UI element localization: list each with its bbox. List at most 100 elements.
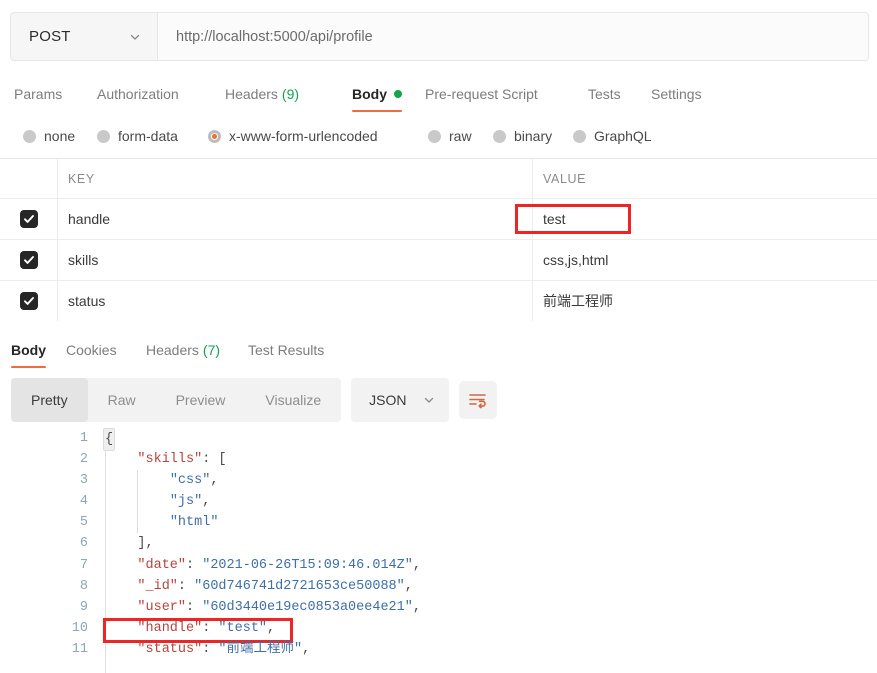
http-method-dropdown[interactable]: POST <box>11 13 158 60</box>
body-type-radio-binary[interactable]: binary <box>493 118 552 154</box>
body-type-radio-none[interactable]: none <box>23 118 75 154</box>
json-line: 8 "_id": "60d746741d2721653ce50088", <box>0 576 877 597</box>
row-checkbox-cell <box>0 281 58 321</box>
url-text: http://localhost:5000/api/profile <box>176 28 373 45</box>
tab-label: Authorization <box>97 86 179 102</box>
json-punctuation: , <box>202 494 211 510</box>
postman-window: POST http://localhost:5000/api/profile P… <box>0 0 877 673</box>
table-header-row: KEY VALUE <box>0 158 877 198</box>
line-number: 11 <box>71 641 88 657</box>
json-key: "handle" <box>137 620 203 636</box>
json-punctuation <box>105 621 137 636</box>
tab-label: Settings <box>651 86 702 102</box>
row-checkbox[interactable] <box>19 292 38 310</box>
row-key-cell[interactable]: handle <box>58 199 533 239</box>
response-format-dropdown[interactable]: JSON <box>351 378 449 422</box>
line-number: 3 <box>79 473 88 489</box>
json-value: "css" <box>169 473 211 489</box>
line-number: 7 <box>79 557 88 573</box>
json-punctuation: , <box>302 641 311 657</box>
view-mode-preview[interactable]: Preview <box>156 378 246 422</box>
response-tab-body[interactable]: Body <box>11 330 46 370</box>
request-tab-tests[interactable]: Tests <box>588 74 621 114</box>
chevron-down-icon <box>423 394 435 406</box>
row-key-cell[interactable]: skills <box>58 240 533 280</box>
json-line: 2 "skills": [ <box>0 449 877 470</box>
row-value-cell[interactable]: test <box>515 199 877 239</box>
indent-guide <box>137 512 138 534</box>
response-json-viewer[interactable]: 1{2 "skills": [3 "css", 4 "js", 5 "html" 6 … <box>0 428 877 673</box>
json-line-code: "user": "60d3440e19ec0853a0ee4e21", <box>105 597 421 618</box>
radio-icon <box>428 129 441 143</box>
json-punctuation <box>105 558 137 573</box>
column-header-key: KEY <box>68 171 95 186</box>
json-punctuation: : <box>202 620 219 636</box>
json-line: 7 "date": "2021-06-26T15:09:46.014Z", <box>0 555 877 576</box>
json-value: "60d746741d2721653ce50088" <box>194 578 405 594</box>
response-tab-test-results[interactable]: Test Results <box>248 330 324 370</box>
json-line: 6 ], <box>0 533 877 554</box>
request-tab-headers[interactable]: Headers (9) <box>225 74 299 114</box>
radio-label: none <box>44 128 76 144</box>
response-view-mode-group: Pretty Raw Preview Visualize <box>11 378 342 422</box>
response-format-label: JSON <box>369 392 407 408</box>
json-line-code: "date": "2021-06-26T15:09:46.014Z", <box>105 555 421 576</box>
http-method-label: POST <box>29 28 71 45</box>
view-mode-raw[interactable]: Raw <box>88 378 156 422</box>
view-mode-label: Pretty <box>31 392 68 408</box>
response-format-toolbar: Pretty Raw Preview Visualize JSON <box>11 378 497 422</box>
json-punctuation: , <box>267 620 276 636</box>
view-mode-pretty[interactable]: Pretty <box>11 378 88 422</box>
row-key-cell[interactable]: status <box>58 281 533 321</box>
json-punctuation: : <box>186 557 203 573</box>
row-checkbox[interactable] <box>19 210 38 228</box>
url-input[interactable]: http://localhost:5000/api/profile <box>158 13 868 60</box>
row-value-cell[interactable]: 前端工程师 <box>533 281 877 321</box>
line-number: 1 <box>79 431 88 446</box>
response-tab-cookies[interactable]: Cookies <box>66 330 117 370</box>
request-body-table: KEY VALUE handle test skills css,js,html sta… <box>0 158 877 321</box>
table-row: handle test <box>0 198 877 239</box>
request-tab-params[interactable]: Params <box>14 74 62 114</box>
json-line: 11 "status": "前端工程师", <box>0 639 877 660</box>
row-value-text: test <box>543 211 566 227</box>
tab-label: Body <box>11 342 46 358</box>
request-tab-pre-request-script[interactable]: Pre-request Script <box>425 74 538 114</box>
row-checkbox-cell <box>0 240 58 280</box>
table-row: skills css,js,html <box>0 239 877 280</box>
response-tab-headers[interactable]: Headers (7) <box>146 330 220 370</box>
json-value: "前端工程师" <box>218 641 303 657</box>
row-value-text: 前端工程师 <box>543 293 613 309</box>
tab-label: Tests <box>588 86 621 102</box>
request-tab-authorization[interactable]: Authorization <box>97 74 179 114</box>
body-type-options: none form-data x-www-form-urlencoded raw bin… <box>0 118 877 154</box>
request-tab-settings[interactable]: Settings <box>651 74 702 114</box>
json-line-code: "html" <box>105 512 219 533</box>
body-type-radio-form-data[interactable]: form-data <box>97 118 178 154</box>
radio-icon <box>97 129 110 143</box>
line-number: 6 <box>79 536 88 552</box>
row-key-text: status <box>68 293 106 309</box>
body-type-radio-graphql[interactable]: GraphQL <box>573 118 652 154</box>
indent-guide <box>137 491 138 513</box>
body-type-radio-raw[interactable]: raw <box>428 118 472 154</box>
json-line-code: "css", <box>105 470 219 491</box>
json-line: 1{ <box>0 428 877 452</box>
view-mode-visualize[interactable]: Visualize <box>245 378 341 422</box>
tab-label: Headers <box>225 86 278 102</box>
json-punctuation <box>105 642 137 657</box>
header-check-cell <box>0 159 58 198</box>
json-punctuation <box>105 579 137 594</box>
view-mode-label: Visualize <box>265 392 322 408</box>
body-type-radio-x-www-form-urlencoded[interactable]: x-www-form-urlencoded <box>208 118 378 154</box>
tab-label: Pre-request Script <box>425 86 538 102</box>
word-wrap-icon[interactable] <box>458 381 497 419</box>
request-tab-body[interactable]: Body <box>352 74 402 114</box>
row-checkbox[interactable] <box>19 251 38 269</box>
row-value-cell[interactable]: css,js,html <box>533 240 877 280</box>
json-key: "date" <box>137 557 187 573</box>
line-number: 10 <box>71 620 88 636</box>
json-value: "test" <box>218 620 268 636</box>
header-value-cell: VALUE <box>533 159 877 198</box>
tab-label: Test Results <box>248 342 325 358</box>
